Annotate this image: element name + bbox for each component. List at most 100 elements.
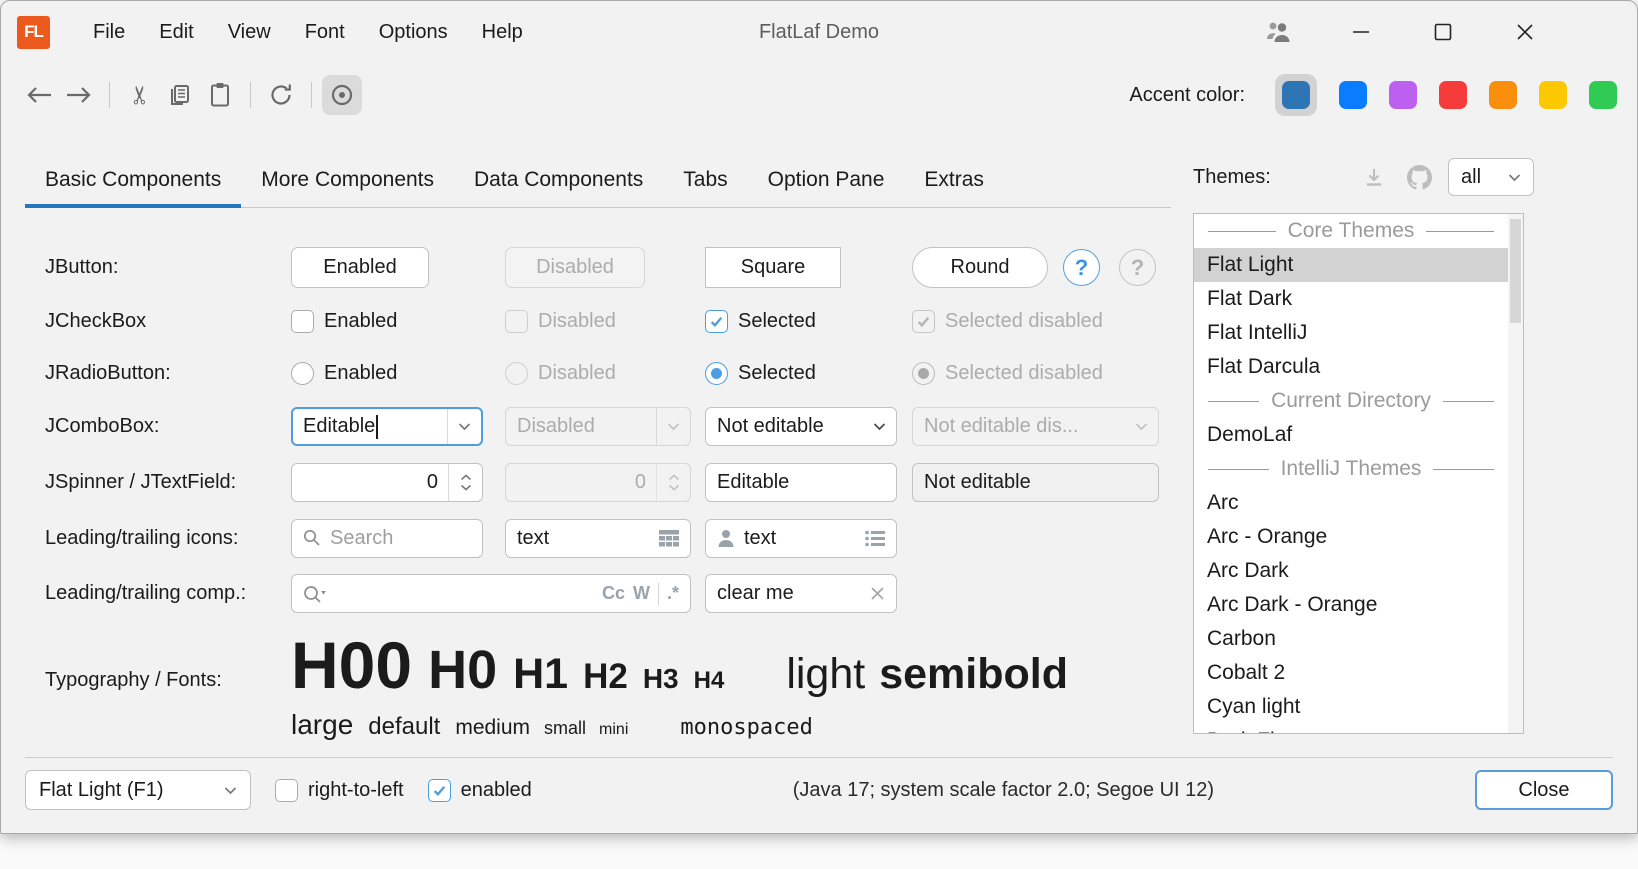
themes-scrollbar-thumb[interactable] xyxy=(1510,219,1521,323)
theme-item-demolaf[interactable]: DemoLaf xyxy=(1194,418,1508,452)
radio-icon[interactable] xyxy=(291,362,314,385)
search-icon xyxy=(303,529,321,547)
clearable-field[interactable]: clear me xyxy=(705,574,897,613)
menu-help[interactable]: Help xyxy=(465,15,540,50)
tab-more-components[interactable]: More Components xyxy=(241,153,454,207)
checkbox-checked-icon[interactable] xyxy=(705,310,728,333)
back-button[interactable] xyxy=(19,75,59,115)
combobox-editable[interactable]: Editable xyxy=(291,407,483,446)
themes-scrollbar[interactable] xyxy=(1508,214,1523,733)
enabled-checkbox[interactable]: enabled xyxy=(428,779,532,802)
github-icon[interactable] xyxy=(1407,165,1432,190)
enabled-button[interactable]: Enabled xyxy=(291,247,429,288)
combobox-not-editable[interactable]: Not editable xyxy=(705,407,897,446)
menu-edit[interactable]: Edit xyxy=(142,15,210,50)
menu-view[interactable]: View xyxy=(211,15,288,50)
tab-option-pane[interactable]: Option Pane xyxy=(748,153,905,207)
radio-enabled[interactable]: Enabled xyxy=(291,362,505,385)
maximize-button[interactable] xyxy=(1426,15,1460,49)
accent-swatch-yellow[interactable] xyxy=(1539,81,1567,109)
refresh-icon[interactable] xyxy=(261,75,301,115)
accent-swatch-green[interactable] xyxy=(1589,81,1617,109)
default-sample: default xyxy=(368,713,440,741)
combobox-not-editable-disabled: Not editable dis... xyxy=(912,407,1159,446)
spinner-disabled: 0 xyxy=(505,463,691,502)
small-sample: small xyxy=(544,718,586,739)
inspect-eye-toggle[interactable] xyxy=(322,75,362,115)
text-field-table-icon[interactable]: text xyxy=(505,519,691,558)
textfield-editable[interactable]: Editable xyxy=(705,463,897,502)
tab-extras[interactable]: Extras xyxy=(904,153,1004,207)
menu-font[interactable]: Font xyxy=(288,15,362,50)
theme-item-flat-light[interactable]: Flat Light xyxy=(1194,248,1508,282)
match-case-toggle[interactable]: Cc xyxy=(602,583,625,604)
forward-button[interactable] xyxy=(59,75,99,115)
accent-swatch-purple[interactable] xyxy=(1389,81,1417,109)
accent-swatch-red[interactable] xyxy=(1439,81,1467,109)
radio-selected-icon[interactable] xyxy=(705,362,728,385)
menu-file[interactable]: File xyxy=(76,15,142,50)
theme-item-arc-dark-orange[interactable]: Arc Dark - Orange xyxy=(1194,588,1508,622)
leading-trailing-comp-label: Leading/trailing comp.: xyxy=(45,582,291,605)
users-icon[interactable] xyxy=(1262,15,1296,49)
checkbox-icon[interactable] xyxy=(275,779,298,802)
checkbox-enabled[interactable]: Enabled xyxy=(291,310,505,333)
theme-item-flat-darcula[interactable]: Flat Darcula xyxy=(1194,350,1508,384)
spinner-up-down-buttons[interactable] xyxy=(448,464,482,501)
close-button[interactable]: Close xyxy=(1475,770,1613,810)
tab-tabs[interactable]: Tabs xyxy=(663,153,747,207)
toolbar-separator xyxy=(250,82,251,108)
themes-filter-combo[interactable]: all xyxy=(1448,158,1534,196)
tab-data-components[interactable]: Data Components xyxy=(454,153,663,207)
theme-item-cobalt-2[interactable]: Cobalt 2 xyxy=(1194,656,1508,690)
whole-word-toggle[interactable]: W xyxy=(633,583,650,604)
theme-item-arc-dark[interactable]: Arc Dark xyxy=(1194,554,1508,588)
theme-item-arc-orange[interactable]: Arc - Orange xyxy=(1194,520,1508,554)
radio-selected[interactable]: Selected xyxy=(705,362,912,385)
jspinner-row-label: JSpinner / JTextField: xyxy=(45,471,291,494)
theme-item-flat-intellij[interactable]: Flat IntelliJ xyxy=(1194,316,1508,350)
chevron-down-icon[interactable] xyxy=(447,409,481,444)
round-button[interactable]: Round xyxy=(912,247,1048,288)
search-with-options-field[interactable]: Cc W .* xyxy=(291,574,691,613)
chevron-down-icon xyxy=(1124,408,1158,445)
accent-swatch-blue[interactable] xyxy=(1339,81,1367,109)
text-caret xyxy=(376,415,378,439)
laf-selector-combo[interactable]: Flat Light (F1) xyxy=(25,770,251,810)
checkbox-checked-icon[interactable] xyxy=(428,779,451,802)
text-field-person-list[interactable]: text xyxy=(705,519,897,558)
copy-icon[interactable] xyxy=(160,75,200,115)
minimize-button[interactable] xyxy=(1344,15,1378,49)
search-field[interactable]: Search xyxy=(291,519,483,558)
checkbox-icon[interactable] xyxy=(291,310,314,333)
square-button[interactable]: Square xyxy=(705,247,841,288)
disabled-button: Disabled xyxy=(505,247,645,288)
cut-icon[interactable]: ✂ xyxy=(120,75,160,115)
tab-basic-components[interactable]: Basic Components xyxy=(25,153,241,207)
download-icon[interactable] xyxy=(1363,167,1385,187)
menu-bar: File Edit View Font Options Help xyxy=(76,15,540,50)
theme-item-flat-dark[interactable]: Flat Dark xyxy=(1194,282,1508,316)
search-dropdown-icon[interactable] xyxy=(303,585,327,603)
chevron-down-icon xyxy=(656,408,690,445)
accent-swatch-orange[interactable] xyxy=(1489,81,1517,109)
theme-item-carbon[interactable]: Carbon xyxy=(1194,622,1508,656)
clear-icon[interactable] xyxy=(870,586,885,601)
chevron-down-icon[interactable] xyxy=(862,408,896,445)
table-icon[interactable] xyxy=(659,530,679,547)
menu-options[interactable]: Options xyxy=(362,15,465,50)
theme-item-arc[interactable]: Arc xyxy=(1194,486,1508,520)
spinner[interactable]: 0 xyxy=(291,463,483,502)
paste-icon[interactable] xyxy=(200,75,240,115)
regex-toggle[interactable]: .* xyxy=(667,583,679,604)
list-icon[interactable] xyxy=(865,530,885,547)
accent-swatch-default-blue[interactable] xyxy=(1282,81,1310,109)
checkbox-selected[interactable]: Selected xyxy=(705,310,912,333)
theme-item-dark-flat[interactable]: Dark Flat xyxy=(1194,724,1508,734)
help-button[interactable]: ? xyxy=(1063,249,1100,286)
theme-item-cyan-light[interactable]: Cyan light xyxy=(1194,690,1508,724)
close-window-button[interactable] xyxy=(1508,15,1542,49)
toolbar: ✂ Accent color: xyxy=(1,63,1637,127)
radio-selected-disabled: Selected disabled xyxy=(912,362,1159,385)
right-to-left-checkbox[interactable]: right-to-left xyxy=(275,779,404,802)
